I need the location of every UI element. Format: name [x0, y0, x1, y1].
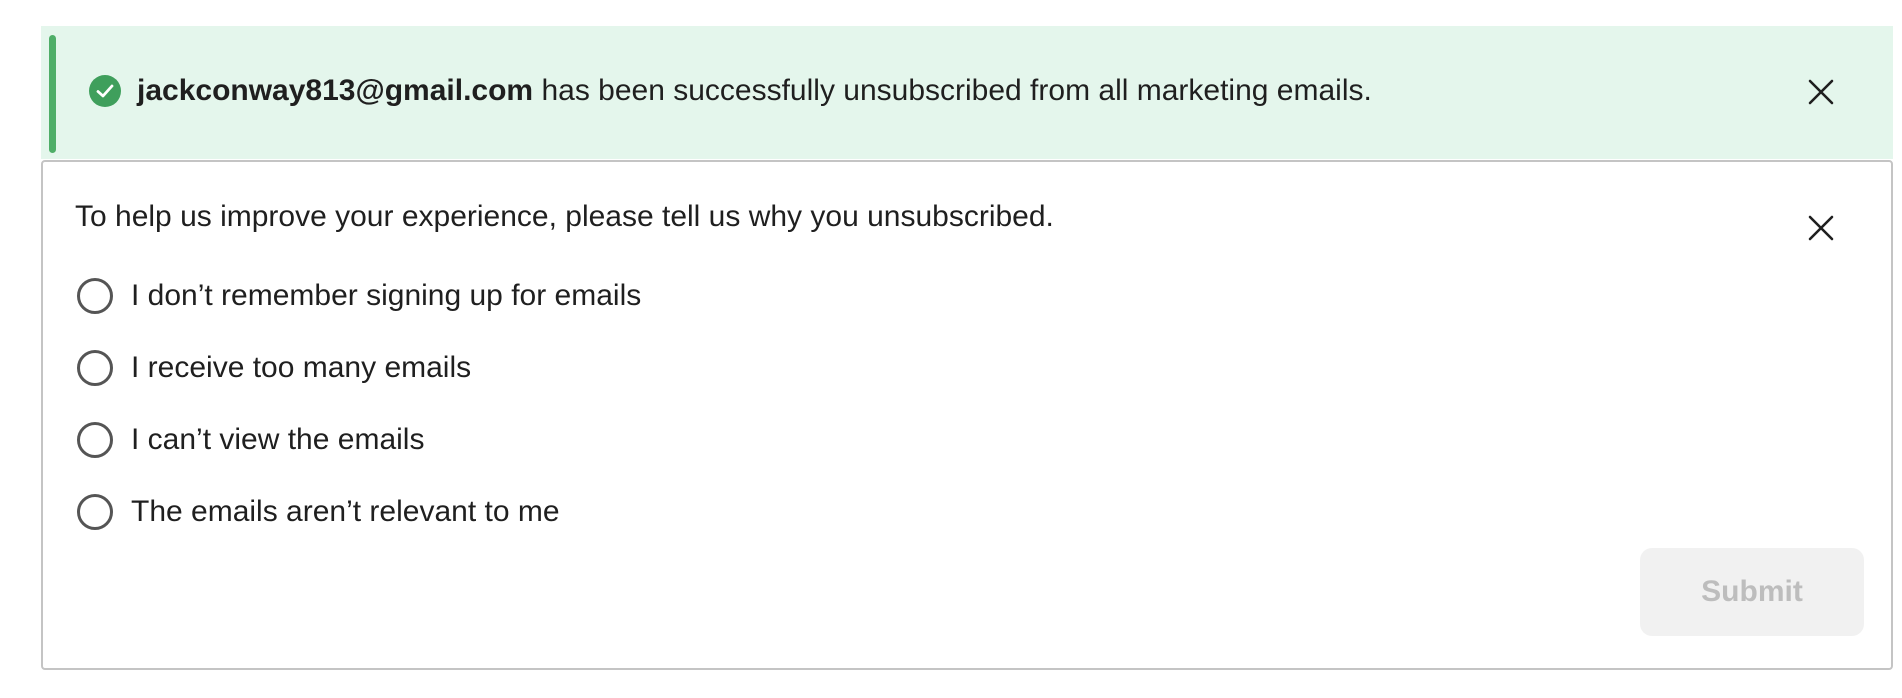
survey-option-label: I receive too many emails [131, 351, 472, 384]
survey-option-not-signed-up[interactable]: I don’t remember signing up for emails [77, 274, 641, 318]
close-icon [1808, 215, 1834, 241]
unsubscribed-email: jackconway813@gmail.com [137, 74, 534, 107]
radio-button[interactable] [77, 350, 113, 386]
survey-option-label: The emails aren’t relevant to me [131, 495, 560, 528]
close-icon [1808, 79, 1834, 105]
unsubscribe-survey-card: To help us improve your experience, plea… [41, 160, 1893, 670]
banner-message-text: has been successfully unsubscribed from … [533, 74, 1372, 107]
survey-close-button[interactable] [1803, 210, 1839, 246]
submit-button[interactable]: Submit [1640, 548, 1864, 636]
banner-close-button[interactable] [1803, 74, 1839, 110]
survey-option-label: I don’t remember signing up for emails [131, 279, 642, 312]
success-banner: jackconway813@gmail.com has been success… [41, 26, 1893, 159]
radio-button[interactable] [77, 494, 113, 530]
check-circle-icon [89, 75, 121, 107]
radio-button[interactable] [77, 278, 113, 314]
banner-message: jackconway813@gmail.com has been success… [137, 72, 1372, 110]
survey-option-not-relevant[interactable]: The emails aren’t relevant to me [77, 490, 641, 534]
survey-options: I don’t remember signing up for emails I… [77, 274, 641, 562]
survey-option-too-many[interactable]: I receive too many emails [77, 346, 641, 390]
survey-option-label: I can’t view the emails [131, 423, 425, 456]
radio-button[interactable] [77, 422, 113, 458]
survey-prompt: To help us improve your experience, plea… [75, 200, 1054, 233]
banner-accent-bar [49, 35, 56, 153]
survey-option-cant-view[interactable]: I can’t view the emails [77, 418, 641, 462]
